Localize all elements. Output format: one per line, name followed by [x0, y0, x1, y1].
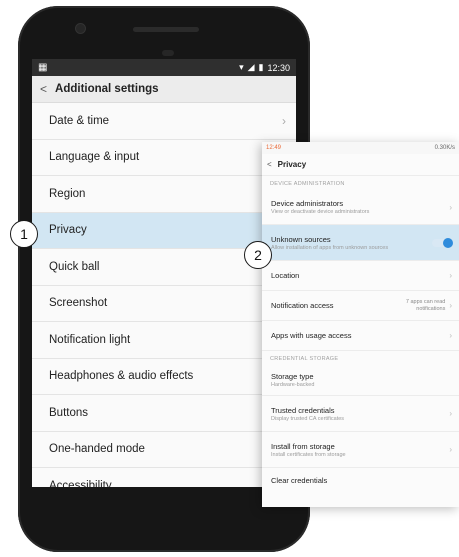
- storage-type-row: Storage type Hardware-backed: [262, 365, 459, 396]
- settings-row-label: Region: [49, 187, 86, 200]
- clear-credentials-title: Clear credentials: [271, 475, 328, 485]
- unknown-sources-title: Unknown sources: [271, 234, 331, 244]
- settings-row[interactable]: Screenshot: [32, 286, 296, 322]
- settings-row-label: Notification light: [49, 333, 131, 346]
- callout-badge-2: 2: [244, 241, 272, 269]
- settings-list: Date & time › Language & input RegionRussia…: [32, 103, 296, 487]
- chevron-right-icon: ›: [449, 202, 452, 212]
- back-icon[interactable]: <: [267, 160, 272, 169]
- storage-type-subtitle: Hardware-backed: [271, 382, 315, 388]
- chevron-right-icon: ›: [449, 409, 452, 418]
- page-title: Additional settings: [55, 83, 159, 95]
- location-row[interactable]: Location ›: [262, 261, 459, 291]
- app-grid-icon: ▦: [38, 62, 48, 73]
- settings-row[interactable]: Headphones & audio effects: [32, 359, 296, 395]
- chevron-right-icon: ›: [449, 445, 452, 454]
- clear-credentials-row[interactable]: Clear credentials: [262, 468, 459, 492]
- settings-row[interactable]: Language & input: [32, 140, 296, 176]
- trusted-credentials-row[interactable]: Trusted credentials Display trusted CA c…: [262, 396, 459, 432]
- header-bar: < Additional settings: [32, 76, 296, 103]
- device-administrators-title: Device administrators: [271, 199, 344, 208]
- usage-access-row[interactable]: Apps with usage access ›: [262, 321, 459, 351]
- privacy-screen-overlay: 12:49 0.30K/s < Privacy DEVICE ADMINISTR…: [262, 142, 459, 507]
- device-administrators-row[interactable]: Device administrators View or deactivate…: [262, 190, 459, 225]
- install-from-storage-title: Install from storage: [271, 441, 335, 451]
- chevron-right-icon: ›: [282, 113, 286, 128]
- settings-row-label: Language & input: [49, 151, 140, 164]
- settings-row[interactable]: Date & time ›: [32, 103, 296, 140]
- status-time: 12:30: [267, 62, 290, 73]
- signal-icon: ◢: [247, 62, 255, 72]
- earpiece-speaker: [133, 27, 199, 32]
- unknown-sources-subtitle: Allow installation of apps from unknown …: [271, 244, 389, 251]
- install-from-storage-row[interactable]: Install from storage Install certificate…: [262, 432, 459, 468]
- storage-type-title: Storage type: [271, 372, 314, 381]
- unknown-sources-row[interactable]: Unknown sources Allow installation of ap…: [262, 225, 459, 261]
- section-device-administration: DEVICE ADMINISTRATION: [270, 181, 345, 187]
- install-from-storage-subtitle: Install certificates from storage: [271, 451, 346, 458]
- overlay-status-speed: 0.30K/s: [434, 145, 455, 151]
- overlay-status-bar: 12:49 0.30K/s: [262, 142, 459, 154]
- status-bar: ▦ ▾ ◢ ▮ 12:30: [32, 59, 296, 76]
- battery-icon: ▮: [258, 62, 264, 72]
- settings-row[interactable]: RegionRussia: [32, 176, 296, 213]
- usage-access-title: Apps with usage access: [271, 331, 352, 340]
- notification-access-count-2: notifications: [416, 305, 446, 312]
- settings-row-label: Headphones & audio effects: [49, 370, 194, 383]
- overlay-title: Privacy: [277, 160, 307, 169]
- trusted-credentials-subtitle: Display trusted CA certificates: [271, 415, 345, 422]
- overlay-header: < Privacy: [262, 154, 459, 176]
- settings-row-label: Date & time: [49, 114, 110, 127]
- settings-row[interactable]: Accessibility: [32, 468, 296, 487]
- settings-row-label: Buttons: [49, 406, 88, 419]
- section-credential-storage: CREDENTIAL STORAGE: [270, 356, 339, 362]
- back-icon[interactable]: <: [40, 82, 47, 96]
- chevron-right-icon: ›: [449, 271, 452, 280]
- overlay-status-time: 12:49: [266, 145, 282, 151]
- settings-row[interactable]: One-handed mode: [32, 432, 296, 468]
- settings-row[interactable]: Notification light: [32, 322, 296, 359]
- settings-row[interactable]: Buttons: [32, 395, 296, 432]
- settings-row-label: Accessibility: [49, 479, 112, 487]
- settings-row-label: Screenshot: [49, 297, 108, 310]
- chevron-right-icon: ›: [449, 331, 452, 340]
- notification-access-count: 7 apps can read: [405, 298, 446, 305]
- trusted-credentials-title: Trusted credentials: [271, 405, 335, 415]
- location-title: Location: [271, 271, 300, 280]
- settings-row-label: Privacy: [49, 224, 87, 237]
- unknown-sources-toggle[interactable]: [432, 237, 453, 248]
- notification-access-row[interactable]: Notification access 7 apps can read noti…: [262, 291, 459, 321]
- wifi-icon: ▾: [239, 62, 244, 72]
- callout-badge-1: 1: [10, 220, 38, 248]
- chevron-right-icon: ›: [449, 301, 452, 310]
- phone-screen: ▦ ▾ ◢ ▮ 12:30 < Additional settings Date…: [32, 59, 296, 487]
- proximity-sensor: [162, 50, 174, 56]
- settings-row-label: One-handed mode: [49, 443, 145, 456]
- device-administrators-subtitle: View or deactivate device administrators: [271, 209, 370, 215]
- notification-access-title: Notification access: [271, 301, 334, 310]
- front-camera: [75, 23, 86, 34]
